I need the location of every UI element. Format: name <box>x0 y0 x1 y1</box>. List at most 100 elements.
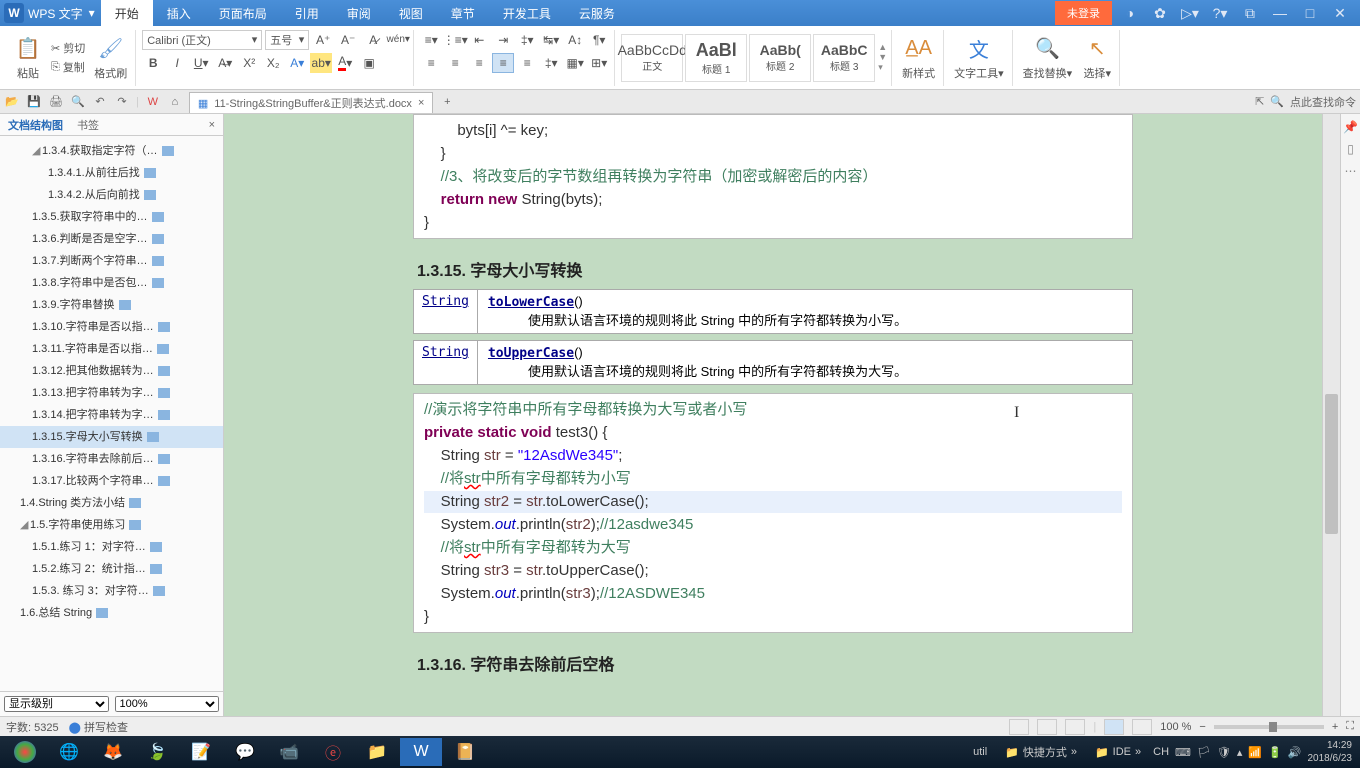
tool-more-icon[interactable]: ⋯ <box>1345 164 1357 178</box>
outline-item[interactable]: 1.3.16.字符串去除前后… <box>0 448 223 470</box>
char-border-button[interactable]: ▣ <box>358 53 380 73</box>
tray-volume-icon[interactable]: 🔊 <box>1288 746 1302 759</box>
tool-bookmark-icon[interactable]: ▯ <box>1347 142 1354 156</box>
align-center-button[interactable]: ≡ <box>444 53 466 73</box>
font-color-button[interactable]: A▾ <box>334 53 356 73</box>
new-tab-icon[interactable]: + <box>439 94 455 110</box>
find-command-icon[interactable]: 🔍 <box>1270 95 1284 108</box>
tab-view[interactable]: 视图 <box>385 0 437 26</box>
outline-item[interactable]: 1.3.17.比较两个字符串… <box>0 470 223 492</box>
home-icon[interactable]: ⌂ <box>167 94 183 110</box>
paste-button[interactable]: 📋 粘贴 <box>10 33 46 83</box>
tray-shield-icon[interactable]: 🛡 <box>1217 746 1231 759</box>
outline-item[interactable]: 1.3.11.字符串是否以指… <box>0 338 223 360</box>
outline-item[interactable]: 1.3.4.1.从前往后找 <box>0 162 223 184</box>
phonetic-icon[interactable]: wén▾ <box>387 30 409 50</box>
taskbar-clock[interactable]: 14:29 2018/6/23 <box>1308 739 1353 765</box>
strike-button[interactable]: A̶▾ <box>214 53 236 73</box>
outline-item[interactable]: 1.3.13.把字符串转为字… <box>0 382 223 404</box>
skin-icon[interactable]: ◑ <box>1118 5 1142 21</box>
undo-icon[interactable]: ↶ <box>92 94 108 110</box>
bold-button[interactable]: B <box>142 53 164 73</box>
tool-pushpin-icon[interactable]: 📌 <box>1343 120 1358 134</box>
explorer-icon[interactable]: 📁 <box>356 738 398 766</box>
wps-home-icon[interactable]: W <box>145 94 161 110</box>
outline-item[interactable]: 1.3.12.把其他数据转为… <box>0 360 223 382</box>
wps-taskbar-icon[interactable]: W <box>400 738 442 766</box>
char-effect-button[interactable]: A▾ <box>286 53 308 73</box>
camera-icon[interactable]: 📹 <box>268 738 310 766</box>
outline-tree[interactable]: ◢1.3.4.获取指定字符（…1.3.4.1.从前往后找1.3.4.2.从后向前… <box>0 136 223 691</box>
vertical-scrollbar[interactable] <box>1322 114 1340 716</box>
zoom-knob[interactable] <box>1269 722 1277 732</box>
login-button[interactable]: 未登录 <box>1055 1 1112 25</box>
outline-item[interactable]: 1.5.2.练习 2：统计指… <box>0 558 223 580</box>
indent-right-button[interactable]: ⇥ <box>492 30 514 50</box>
zoom-out-icon[interactable]: − <box>1199 721 1205 733</box>
size-select[interactable]: 五号▾ <box>265 30 309 50</box>
chat-icon[interactable]: 💬 <box>224 738 266 766</box>
tab-devtools[interactable]: 开发工具 <box>489 0 565 26</box>
tab-cloud[interactable]: 云服务 <box>565 0 629 26</box>
help-taskbar-icon[interactable]: 📔 <box>444 738 486 766</box>
save-icon[interactable]: 💾 <box>26 94 42 110</box>
outline-item[interactable]: 1.5.3. 练习 3：对字符… <box>0 580 223 602</box>
outline-item[interactable]: 1.3.15.字母大小写转换 <box>0 426 223 448</box>
minimize-button[interactable]: — <box>1268 5 1292 21</box>
select-button[interactable]: ↖选择▾ <box>1079 33 1115 83</box>
sidebar-close-icon[interactable]: × <box>209 119 215 131</box>
view-print-icon[interactable] <box>1009 719 1029 735</box>
numbering-button[interactable]: ⋮≡▾ <box>444 30 466 50</box>
view-outline-icon[interactable] <box>1065 719 1085 735</box>
display-level-select[interactable]: 显示级别 <box>4 696 109 712</box>
tab-chapter[interactable]: 章节 <box>437 0 489 26</box>
sort-button[interactable]: A↕ <box>564 30 586 50</box>
clear-format-icon[interactable]: A̷ <box>362 30 384 50</box>
style-h3[interactable]: AaBbC标题 3 <box>813 34 875 82</box>
word-count[interactable]: 字数: 5325 <box>6 719 59 735</box>
tab-review[interactable]: 审阅 <box>333 0 385 26</box>
style-gallery[interactable]: AaBbCcDd正文 AaBl标题 1 AaBb(标题 2 AaBbC标题 3 <box>621 34 875 82</box>
tb-util[interactable]: util <box>967 746 993 758</box>
print-icon[interactable]: 🖨 <box>48 94 64 110</box>
italic-button[interactable]: I <box>166 53 188 73</box>
firefox-icon[interactable]: 🦊 <box>92 738 134 766</box>
maximize-button[interactable]: □ <box>1298 5 1322 21</box>
spellcheck-toggle[interactable]: ⬤ 拼写检查 <box>69 719 128 735</box>
tray-chevron-icon[interactable]: ▴ <box>1237 746 1243 759</box>
outline-item[interactable]: 1.3.9.字符串替换 <box>0 294 223 316</box>
tray-battery-icon[interactable]: 🔋 <box>1268 746 1282 759</box>
redo-icon[interactable]: ↷ <box>114 94 130 110</box>
tb-shortcut[interactable]: 📁快捷方式» <box>999 744 1083 760</box>
collapse-ribbon-icon[interactable]: ⧉ <box>1238 5 1262 22</box>
copy-button[interactable]: ⎘复制 <box>49 58 87 76</box>
zoom-in-icon[interactable]: + <box>1332 721 1338 733</box>
increase-font-icon[interactable]: A⁺ <box>312 30 334 50</box>
new-style-button[interactable]: A̲A新样式 <box>898 33 939 83</box>
subscript-button[interactable]: X₂ <box>262 53 284 73</box>
highlight-button[interactable]: ab▾ <box>310 53 332 73</box>
align-justify-button[interactable]: ≡ <box>492 53 514 73</box>
view-fit-icon[interactable] <box>1132 719 1152 735</box>
tab-reference[interactable]: 引用 <box>281 0 333 26</box>
doc-close-icon[interactable]: × <box>418 97 424 109</box>
style-scroll-down-icon[interactable]: ▼ <box>878 52 887 62</box>
font-select[interactable]: Calibri (正文)▾ <box>142 30 262 50</box>
text-tool-button[interactable]: 文文字工具▾ <box>950 33 1008 83</box>
style-h1[interactable]: AaBl标题 1 <box>685 34 747 82</box>
outline-item[interactable]: 1.3.10.字符串是否以指… <box>0 316 223 338</box>
tab-bookmark[interactable]: 书签 <box>77 117 99 133</box>
style-h2[interactable]: AaBb(标题 2 <box>749 34 811 82</box>
underline-button[interactable]: U▾ <box>190 53 212 73</box>
bullets-button[interactable]: ≡▾ <box>420 30 442 50</box>
music-icon[interactable]: ⓔ <box>312 738 354 766</box>
outline-item[interactable]: 1.3.8.字符串中是否包… <box>0 272 223 294</box>
app-dropdown-icon[interactable]: ▾ <box>83 6 101 20</box>
tray-keyboard-icon[interactable]: ⌨ <box>1175 746 1191 759</box>
zoom-slider[interactable] <box>1214 725 1324 729</box>
outline-item[interactable]: 1.3.7.判断两个字符串… <box>0 250 223 272</box>
style-expand-icon[interactable]: ▾ <box>878 62 887 73</box>
settings-icon[interactable]: ✿ <box>1148 5 1172 22</box>
scrollbar-thumb[interactable] <box>1325 394 1338 534</box>
close-button[interactable]: ✕ <box>1328 5 1352 22</box>
